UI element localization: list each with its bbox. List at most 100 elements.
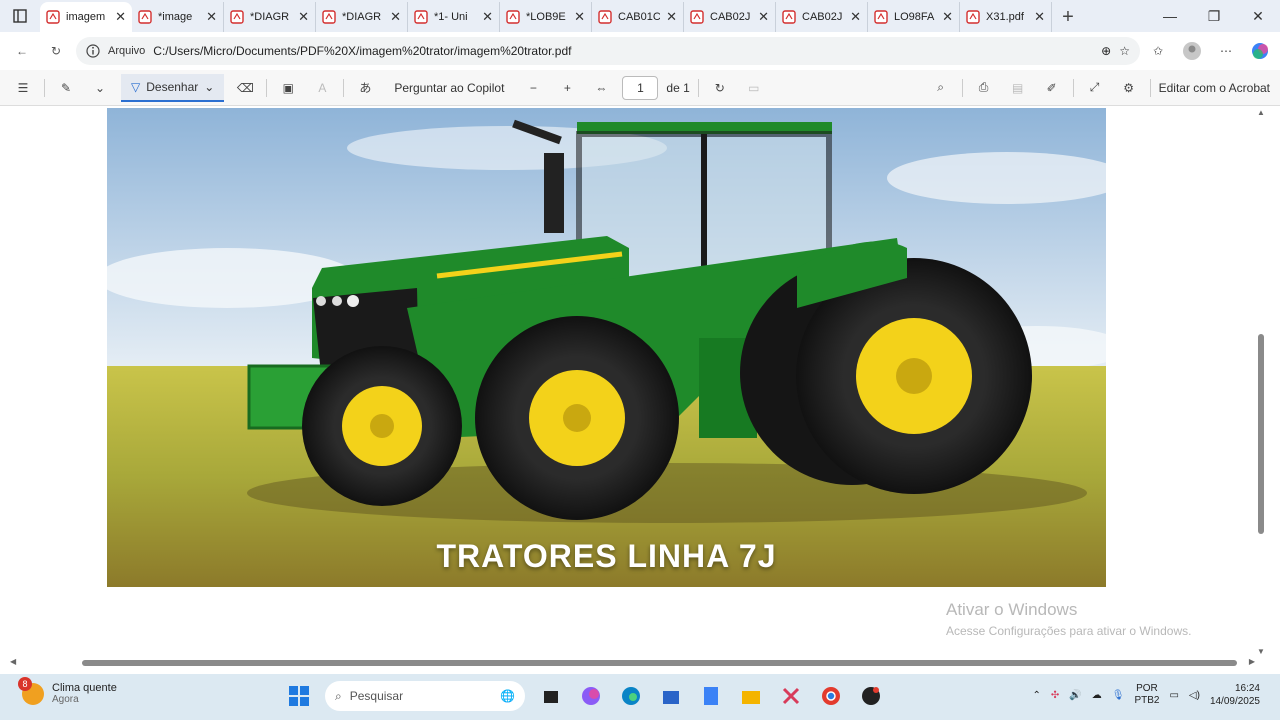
clock[interactable]: 16:24 14/09/2025 <box>1210 682 1260 708</box>
edge-icon[interactable] <box>617 682 645 710</box>
fullscreen-icon[interactable]: ⤢ <box>1082 75 1108 101</box>
store-icon[interactable] <box>657 682 685 710</box>
task-view-icon[interactable] <box>537 682 565 710</box>
settings-gear-icon[interactable]: ⚙ <box>1116 75 1142 101</box>
draw-button[interactable]: ▽ Desenhar ⌄ <box>121 73 225 102</box>
clock-time: 16:24 <box>1234 683 1260 694</box>
speaker-icon[interactable]: ◁) <box>1189 690 1200 701</box>
browser-tab[interactable]: LO98FA ✕ <box>868 2 960 32</box>
copilot-icon[interactable] <box>1248 39 1272 63</box>
fit-page-icon[interactable]: ⇔ <box>588 75 614 101</box>
close-tab-icon[interactable]: ✕ <box>390 9 401 25</box>
taskbar-search[interactable]: ⌕ Pesquisar 🌐 <box>325 681 525 711</box>
notepad-icon[interactable] <box>697 682 725 710</box>
close-tab-icon[interactable]: ✕ <box>206 9 217 25</box>
browser-tab[interactable]: CAB02J ✕ <box>684 2 776 32</box>
draw-label: Desenhar <box>146 79 199 94</box>
tab-title: *DIAGR <box>250 11 290 23</box>
horizontal-scrollbar[interactable]: ◀ ▶ <box>10 657 1255 668</box>
vertical-scroll-thumb[interactable] <box>1258 334 1264 534</box>
eraser-icon[interactable]: ⌫ <box>232 75 258 101</box>
rotate-icon[interactable]: ↻ <box>707 75 733 101</box>
display-icon[interactable]: ▭ <box>1169 690 1178 701</box>
security-icon[interactable]: ✣ <box>1051 690 1059 701</box>
tab-title: *1- Uni <box>434 11 468 23</box>
translate-icon[interactable]: あ <box>352 75 378 101</box>
close-tab-icon[interactable]: ✕ <box>574 9 585 25</box>
info-icon <box>86 44 100 58</box>
close-tab-icon[interactable]: ✕ <box>1034 9 1045 25</box>
volume-icon[interactable]: 🔊 <box>1069 690 1081 701</box>
url-field[interactable]: Arquivo C:/Users/Micro/Documents/PDF%20X… <box>76 37 1140 65</box>
pdf-file-icon <box>966 10 980 24</box>
browser-tab[interactable]: *image ✕ <box>132 2 224 32</box>
copilot-app-icon[interactable] <box>577 682 605 710</box>
scroll-up-icon[interactable]: ▲ <box>1256 108 1266 117</box>
horizontal-scroll-thumb[interactable] <box>82 660 1237 666</box>
highlight-icon[interactable]: ✎ <box>53 75 79 101</box>
close-tab-icon[interactable]: ✕ <box>298 9 309 25</box>
browser-tab[interactable]: CAB01C ✕ <box>592 2 684 32</box>
language-indicator[interactable]: POR PTB2 <box>1134 683 1159 707</box>
zoom-out-icon[interactable]: − <box>520 75 546 101</box>
text-format-icon[interactable]: A <box>309 75 335 101</box>
ask-copilot-button[interactable]: Perguntar ao Copilot <box>386 81 512 95</box>
media-app-icon[interactable] <box>857 682 885 710</box>
restore-button[interactable]: ❐ <box>1192 0 1236 32</box>
browser-tab[interactable]: imagem ✕ <box>40 2 132 32</box>
chrome-icon[interactable] <box>817 682 845 710</box>
scroll-left-icon[interactable]: ◀ <box>10 657 16 666</box>
print-icon[interactable]: ⎙ <box>971 75 997 101</box>
close-window-button[interactable]: ✕ <box>1236 0 1280 32</box>
close-tab-icon[interactable]: ✕ <box>115 9 126 25</box>
weather-widget[interactable]: 8 Clima quente Agora <box>18 676 117 705</box>
close-tab-icon[interactable]: ✕ <box>758 9 769 25</box>
tab-actions-icon <box>13 9 27 23</box>
scroll-right-icon[interactable]: ▶ <box>1249 657 1255 666</box>
tab-title: *DIAGR <box>342 11 382 23</box>
chevron-up-icon[interactable]: ⌃ <box>1033 690 1041 701</box>
save-icon[interactable]: ▤ <box>1005 75 1031 101</box>
close-tab-icon[interactable]: ✕ <box>666 9 677 25</box>
browser-tab[interactable]: X31.pdf ✕ <box>960 2 1052 32</box>
browser-tab[interactable]: *1- Uni ✕ <box>408 2 500 32</box>
browser-tab[interactable]: *LOB9E ✕ <box>500 2 592 32</box>
text-box-icon[interactable]: ▣ <box>275 75 301 101</box>
zoom-in-icon[interactable]: + <box>554 75 580 101</box>
url-text[interactable]: C:/Users/Micro/Documents/PDF%20X/imagem%… <box>153 44 1093 58</box>
browser-tab[interactable]: CAB02J ✕ <box>776 2 868 32</box>
browser-tab[interactable]: *DIAGR ✕ <box>316 2 408 32</box>
more-menu-icon[interactable]: ⋯ <box>1214 39 1238 63</box>
image-caption: TRATORES LINHA 7J <box>436 538 777 574</box>
close-tab-icon[interactable]: ✕ <box>482 9 493 25</box>
network-icon[interactable]: ☁ <box>1092 690 1102 701</box>
microphone-icon[interactable]: 🎙 <box>1112 690 1125 701</box>
start-button[interactable] <box>285 682 313 710</box>
tab-actions-button[interactable] <box>0 0 40 32</box>
tab-title: CAB01C <box>618 11 661 23</box>
edit-with-acrobat-button[interactable]: Editar com o Acrobat <box>1159 81 1270 95</box>
back-button[interactable]: ← <box>8 37 36 65</box>
minimize-button[interactable]: — <box>1148 0 1192 32</box>
page-number-input[interactable]: 1 <box>622 75 659 100</box>
favorite-star-icon[interactable]: ☆ <box>1119 44 1130 58</box>
refresh-button[interactable]: ↻ <box>42 37 70 65</box>
save-as-icon[interactable]: ✐ <box>1039 75 1065 101</box>
close-tab-icon[interactable]: ✕ <box>942 9 953 25</box>
pdf-file-icon <box>690 10 704 24</box>
weather-subtitle: Agora <box>52 694 79 705</box>
browser-tab[interactable]: *DIAGR ✕ <box>224 2 316 32</box>
chevron-down-icon[interactable]: ⌄ <box>87 75 113 101</box>
new-tab-button[interactable]: + <box>1052 2 1084 32</box>
favorites-icon[interactable]: ✩ <box>1146 39 1170 63</box>
search-icon[interactable]: ⌕ <box>928 75 954 101</box>
snipping-tool-icon[interactable] <box>777 682 805 710</box>
folder-icon[interactable] <box>737 682 765 710</box>
scroll-down-icon[interactable]: ▼ <box>1256 647 1266 656</box>
vertical-scrollbar[interactable]: ▲ ▼ <box>1256 108 1266 656</box>
page-view-icon[interactable]: ▭ <box>741 75 767 101</box>
close-tab-icon[interactable]: ✕ <box>850 9 861 25</box>
profile-avatar[interactable] <box>1180 39 1204 63</box>
contents-list-icon[interactable]: ☰ <box>10 75 36 101</box>
zoom-icon[interactable]: ⊕ <box>1101 44 1111 58</box>
